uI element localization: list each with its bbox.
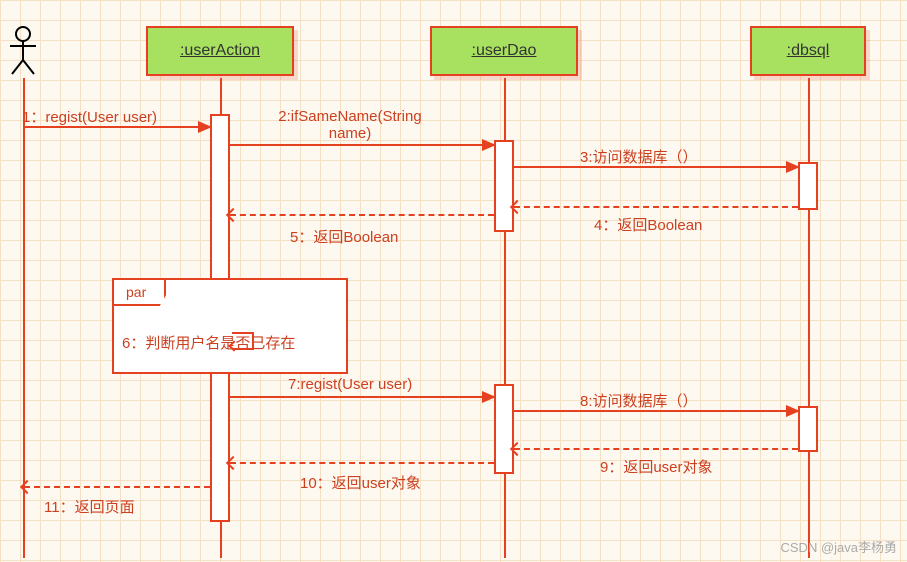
label-m1: 1：regist(User user)	[22, 106, 157, 127]
fragment-guard: 6：判断用户名是否已存在	[122, 332, 295, 353]
activation-dbsql-1	[798, 162, 818, 210]
lifeline-label: :userDao	[472, 42, 537, 59]
actor-icon	[8, 26, 38, 76]
lifeline-label: :userAction	[180, 42, 260, 59]
watermark: CSDN @java李杨勇	[781, 537, 898, 556]
lifeline-label: :dbsql	[787, 42, 830, 59]
label-m3: 3:访问数据库（）	[580, 146, 698, 167]
arrow-m9	[514, 448, 798, 450]
label-m2: 2:ifSameName(String name)	[260, 108, 440, 142]
lifeline-header-userDao: :userDao	[430, 26, 578, 76]
lifeline-stem-dbsql	[808, 78, 810, 558]
activation-userDao-1	[494, 140, 514, 232]
activation-dbsql-2	[798, 406, 818, 452]
arrow-m5	[230, 214, 494, 216]
label-m9: 9：返回user对象	[600, 456, 713, 477]
arrow-m7	[230, 396, 494, 398]
fragment-par: par 6：判断用户名是否已存在	[112, 278, 348, 374]
label-m8: 8:访问数据库（）	[580, 390, 698, 411]
label-m11: 11：返回页面	[44, 496, 135, 517]
lifeline-header-userAction: :userAction	[146, 26, 294, 76]
sequence-diagram: :userAction :userDao :dbsql 1：regist(Use…	[0, 0, 907, 562]
label-m4: 4：返回Boolean	[594, 214, 702, 235]
arrow-m4	[514, 206, 798, 208]
activation-userDao-2	[494, 384, 514, 474]
lifeline-header-dbsql: :dbsql	[750, 26, 866, 76]
self-message-arrow	[232, 332, 254, 334]
label-m10: 10：返回user对象	[300, 472, 421, 493]
arrow-m10	[230, 462, 494, 464]
label-m7: 7:regist(User user)	[288, 376, 412, 393]
arrow-m2	[230, 144, 494, 146]
arrow-m11	[24, 486, 210, 488]
label-m5: 5：返回Boolean	[290, 226, 398, 247]
fragment-label: par	[112, 278, 166, 306]
